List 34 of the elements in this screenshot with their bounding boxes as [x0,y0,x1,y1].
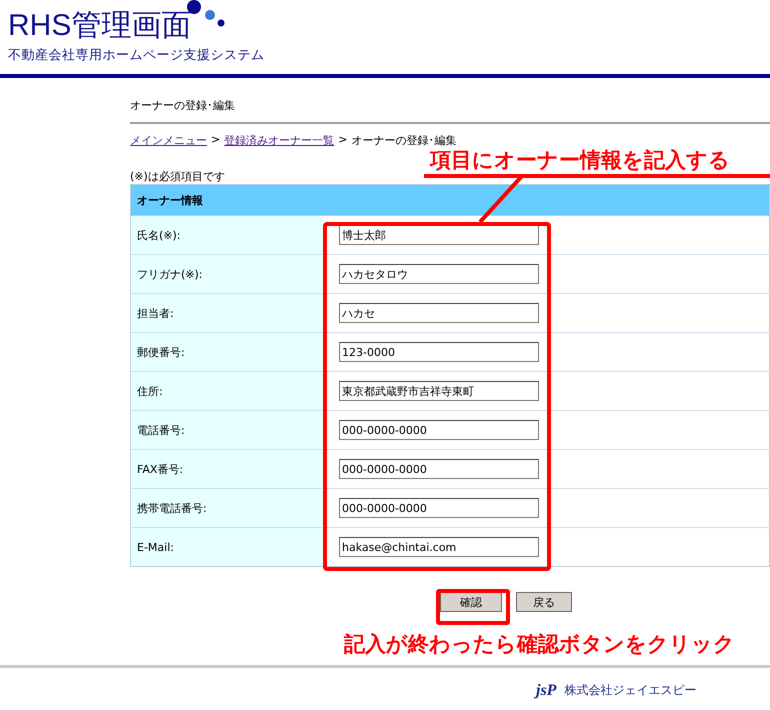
field-label: E-Mail: [130,528,323,566]
form-button[interactable]: 確認 [440,592,502,612]
site-title: RHS管理画面 [8,9,192,43]
callout-text: 記入が終わったら確認ボタンをクリック [344,631,735,658]
required-note: (※)は必須項目です [130,169,226,183]
text-field[interactable]: ハカセ [339,303,539,323]
field-label: 郵便番号: [130,332,323,372]
field-label: FAX番号: [130,450,323,488]
text-field[interactable]: 123-0000 [339,342,539,362]
text-field[interactable]: hakase@chintai.com [339,537,539,557]
text-field[interactable]: 000-0000-0000 [339,498,539,518]
section-heading: オーナー情報 [130,184,770,216]
callout-text: 項目にオーナー情報を記入する [430,147,730,174]
breadcrumb-separator: > [211,133,220,147]
text-field[interactable]: ハカセタロウ [339,264,539,284]
company-name: 株式会社ジェイエスピー [564,682,696,699]
breadcrumb-separator: > [338,133,348,147]
field-label: 携帯電話番号: [130,488,323,528]
breadcrumb-link[interactable]: 登録済みオーナー一覧 [224,133,334,147]
company-logo: jsP [536,682,556,700]
breadcrumb-link[interactable]: メインメニュー [130,133,207,147]
field-label: フリガナ(※): [130,254,323,294]
text-field[interactable]: 000-0000-0000 [339,459,539,479]
field-label: 住所: [130,372,323,410]
field-label: 担当者: [130,294,323,332]
form-button[interactable]: 戻る [516,592,572,612]
text-field[interactable]: 東京都武蔵野市吉祥寺東町 [339,381,539,401]
page-title: オーナーの登録･編集 [130,98,236,112]
field-label: 氏名(※): [130,216,323,254]
site-subtitle: 不動産会社専用ホームページ支援システム [8,47,266,64]
text-field[interactable]: 000-0000-0000 [339,420,539,440]
text-field[interactable]: 博士太郎 [339,225,539,245]
field-label: 電話番号: [130,410,323,450]
breadcrumb-current: オーナーの登録･編集 [351,133,456,147]
